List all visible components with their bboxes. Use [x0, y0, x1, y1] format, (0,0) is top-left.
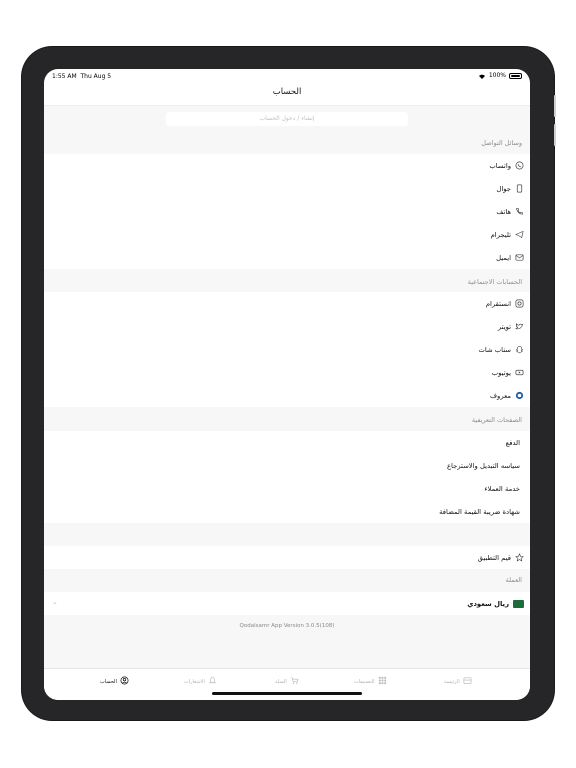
battery-icon	[509, 72, 522, 79]
account-icon	[120, 676, 129, 687]
page-title: الحساب	[272, 87, 302, 97]
login-signup-field[interactable]: إنشاء / دخول الحساب	[166, 112, 408, 126]
saudi-flag-icon	[513, 599, 524, 608]
battery-percent: 100%	[488, 72, 506, 79]
page-item-customer-service[interactable]: خدمة العملاء	[484, 477, 520, 500]
star-icon	[515, 553, 524, 562]
currency-selector[interactable]: ريال سعودي	[467, 592, 524, 615]
status-bar: 1:55 AM Thu Aug 5 100%	[44, 69, 530, 83]
rate-card: قيم التطبيق	[44, 546, 530, 569]
contact-card: واتساب جوال هاتف تليجرام ايميل	[44, 154, 530, 269]
rate-app-item[interactable]: قيم التطبيق	[478, 546, 524, 569]
tab-cart[interactable]: السلة	[275, 676, 299, 687]
chevron-down-icon: ⌄	[52, 598, 58, 606]
tab-notifications[interactable]: الاشعارات	[184, 676, 217, 687]
whatsapp-icon	[515, 161, 524, 170]
bell-icon	[208, 676, 217, 687]
grid-icon	[378, 676, 387, 687]
social-item-snapchat[interactable]: سناب شات	[478, 338, 524, 361]
mobile-icon	[515, 184, 524, 193]
tab-bar: الحساب الاشعارات السلة التصنيفات الرئيسة	[44, 668, 530, 700]
home-indicator[interactable]	[212, 692, 362, 695]
maroof-icon	[515, 391, 524, 400]
contact-item-telegram[interactable]: تليجرام	[491, 223, 524, 246]
screen: 1:55 AM Thu Aug 5 100% الحساب إنشاء / دخ…	[44, 69, 530, 700]
status-time: 1:55 AM Thu Aug 5	[52, 73, 112, 80]
page-item-payment[interactable]: الدفع	[506, 431, 520, 454]
email-icon	[515, 253, 524, 262]
social-section-header: الحسابات الاجتماعية	[467, 278, 522, 286]
social-item-youtube[interactable]: يوتيوب	[492, 361, 524, 384]
phone-icon	[515, 207, 524, 216]
settings-list[interactable]: إنشاء / دخول الحساب وسائل التواصل واتساب…	[44, 106, 530, 668]
tab-home[interactable]: الرئيسة	[444, 676, 472, 687]
snapchat-icon	[515, 345, 524, 354]
youtube-icon	[515, 368, 524, 377]
contact-section-header: وسائل التواصل	[481, 139, 522, 147]
home-icon	[463, 676, 472, 687]
contact-item-phone[interactable]: هاتف	[496, 200, 524, 223]
pages-card: الدفع سياسه التبديل والاسترجاع خدمة العم…	[44, 431, 530, 523]
volume-button	[554, 124, 556, 146]
contact-item-mobile[interactable]: جوال	[496, 177, 524, 200]
page-item-return-policy[interactable]: سياسه التبديل والاسترجاع	[447, 454, 520, 477]
social-item-instagram[interactable]: انستقرام	[486, 292, 524, 315]
social-item-twitter[interactable]: تويتر	[498, 315, 524, 338]
wifi-icon	[478, 74, 485, 79]
cart-icon	[290, 676, 299, 687]
tab-categories[interactable]: التصنيفات	[354, 676, 387, 687]
contact-item-email[interactable]: ايميل	[496, 246, 524, 269]
status-right: 100%	[478, 72, 522, 79]
currency-section-header: العملة	[505, 576, 522, 584]
top-button	[554, 95, 556, 117]
social-card: انستقرام تويتر سناب شات يوتيوب معروف	[44, 292, 530, 407]
nav-bar: الحساب	[44, 83, 530, 106]
telegram-icon	[515, 230, 524, 239]
instagram-icon	[515, 299, 524, 308]
contact-item-whatsapp[interactable]: واتساب	[489, 154, 524, 177]
social-item-maroof[interactable]: معروف	[490, 384, 524, 407]
app-version: Qodalsamr App Version 3.0.5(108)	[239, 623, 335, 629]
pages-section-header: الصفحات التعريفية	[471, 416, 522, 424]
currency-card: ريال سعودي ⌄	[44, 592, 530, 615]
tab-account[interactable]: الحساب	[100, 676, 129, 687]
page-item-vat-certificate[interactable]: شهادة ضريبة القيمة المضافة	[439, 500, 520, 523]
twitter-icon	[515, 322, 524, 331]
